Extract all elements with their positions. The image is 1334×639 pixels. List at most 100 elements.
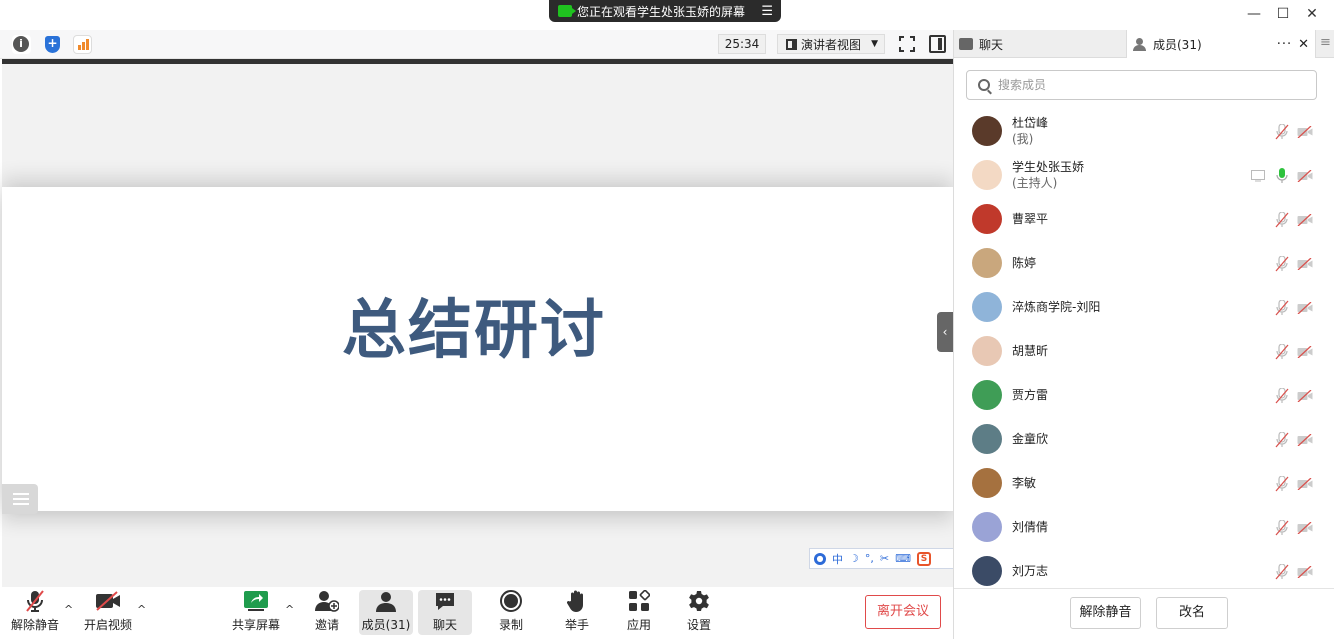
outline-list-icon[interactable] xyxy=(2,484,38,514)
invite-button[interactable]: 邀请 xyxy=(307,587,347,639)
ime-item-cn[interactable]: 中 xyxy=(832,551,843,567)
layout-grid-icon xyxy=(786,38,797,50)
ime-user-icon[interactable]: ● xyxy=(814,552,826,565)
member-name: 胡慧昕 xyxy=(1012,344,1049,358)
ime-toolbar[interactable]: ● 中 ☽ °, ✂ ⌨ S xyxy=(809,548,954,569)
close-window-button[interactable]: ✕ xyxy=(1302,4,1322,24)
chevron-up-icon[interactable]: ^ xyxy=(64,603,73,616)
mic-muted-icon[interactable] xyxy=(1275,476,1289,492)
unmute-all-button[interactable]: 解除静音 xyxy=(1070,597,1141,629)
member-search[interactable] xyxy=(966,70,1317,100)
tab-members-label: 成员(31) xyxy=(1153,37,1202,52)
raise-hand-button[interactable]: 举手 xyxy=(558,587,596,639)
speaker-view-dropdown[interactable]: 演讲者视图 ▼ xyxy=(777,34,885,54)
member-name: 学生处张玉娇 xyxy=(1012,160,1085,174)
collapse-panel-icon[interactable]: ‹ xyxy=(937,312,953,352)
member-row[interactable]: 李敏 xyxy=(954,461,1334,505)
camera-off-icon[interactable] xyxy=(1297,434,1313,446)
start-video-button[interactable]: 开启视频 xyxy=(83,587,133,639)
close-icon[interactable]: ✕ xyxy=(1298,37,1309,52)
member-name: 刘万志 xyxy=(1012,564,1049,578)
signal-icon[interactable] xyxy=(73,35,92,54)
camera-off-icon[interactable] xyxy=(1297,258,1313,270)
info-icon[interactable]: i xyxy=(12,35,31,54)
member-row[interactable]: 学生处张玉娇 (主持人) xyxy=(954,153,1334,197)
member-role: (我) xyxy=(1012,132,1034,146)
share-screen-button[interactable]: 共享屏幕 xyxy=(231,587,281,639)
camera-off-icon[interactable] xyxy=(1297,170,1313,182)
camera-off-icon[interactable] xyxy=(1297,522,1313,534)
record-button[interactable]: 录制 xyxy=(492,587,530,639)
member-row[interactable]: 曹翠平 xyxy=(954,197,1334,241)
member-name: 陈婷 xyxy=(1012,256,1037,270)
sidebar-toggle-icon[interactable] xyxy=(929,35,946,53)
avatar xyxy=(972,204,1002,234)
member-row[interactable]: 胡慧昕 xyxy=(954,329,1334,373)
members-button[interactable]: 成员(31) xyxy=(359,590,413,635)
member-name: 贾方雷 xyxy=(1012,388,1049,402)
camera-off-icon[interactable] xyxy=(1297,126,1313,138)
mic-muted-icon[interactable] xyxy=(1275,300,1289,316)
mic-muted-icon[interactable] xyxy=(1275,212,1289,228)
mic-on-icon[interactable] xyxy=(1275,168,1289,184)
member-name: 曹翠平 xyxy=(1012,212,1049,226)
member-row[interactable]: 金童欣 xyxy=(954,417,1334,461)
member-info: 淬炼商学院-刘阳 xyxy=(1012,299,1100,315)
slide-title: 总结研讨 xyxy=(342,294,606,368)
mic-muted-icon[interactable] xyxy=(1275,388,1289,404)
ime-item-moon[interactable]: ☽ xyxy=(849,552,859,565)
mic-muted-icon[interactable] xyxy=(1275,520,1289,536)
avatar xyxy=(972,468,1002,498)
member-row[interactable]: 淬炼商学院-刘阳 xyxy=(954,285,1334,329)
ime-item-scissors[interactable]: ✂ xyxy=(880,552,889,565)
mic-muted-icon[interactable] xyxy=(1275,432,1289,448)
camera-off-icon[interactable] xyxy=(1297,566,1313,578)
panel-menu-icon[interactable]: ≡ xyxy=(1316,30,1334,58)
sougou-logo-icon[interactable]: S xyxy=(916,551,931,566)
maximize-button[interactable]: ☐ xyxy=(1273,4,1293,24)
settings-label: 设置 xyxy=(686,618,711,632)
user-icon xyxy=(373,590,399,613)
chevron-up-icon[interactable]: ^ xyxy=(285,603,294,616)
member-row[interactable]: 刘万志 xyxy=(954,549,1334,593)
camera-off-icon[interactable] xyxy=(1297,390,1313,402)
mic-muted-icon[interactable] xyxy=(1275,124,1289,140)
mic-muted-icon xyxy=(22,589,48,613)
camera-off-icon[interactable] xyxy=(1297,346,1313,358)
tab-members[interactable]: 成员(31) ··· ✕ xyxy=(1126,30,1316,58)
chat-button[interactable]: 聊天 xyxy=(418,590,472,635)
shield-icon[interactable]: + xyxy=(43,35,62,54)
camera-off-icon[interactable] xyxy=(1297,478,1313,490)
screen-share-banner[interactable]: 您正在观看学生处张玉娇的屏幕 ☰ xyxy=(549,0,781,22)
mic-muted-icon[interactable] xyxy=(1275,344,1289,360)
member-row[interactable]: 刘倩倩 xyxy=(954,505,1334,549)
chat-label: 聊天 xyxy=(432,618,457,632)
rename-button[interactable]: 改名 xyxy=(1156,597,1228,629)
settings-button[interactable]: 设置 xyxy=(680,587,718,639)
side-panel: 聊天 成员(31) ··· ✕ ≡ 杜岱峰 (我) 学生处张玉娇 (主持人) 曹翠平陈婷… xyxy=(953,30,1334,639)
ime-item-keyboard[interactable]: ⌨ xyxy=(895,552,911,565)
chevron-up-icon[interactable]: ^ xyxy=(137,603,146,616)
mic-muted-icon[interactable] xyxy=(1275,256,1289,272)
more-options-icon[interactable]: ··· xyxy=(1277,37,1292,52)
member-row[interactable]: 陈婷 xyxy=(954,241,1334,285)
menu-lines-icon[interactable]: ☰ xyxy=(761,4,773,19)
tab-chat[interactable]: 聊天 xyxy=(954,30,1126,58)
start-video-label: 开启视频 xyxy=(83,618,132,632)
camera-off-icon[interactable] xyxy=(1297,302,1313,314)
panel-tabs: 聊天 成员(31) ··· ✕ ≡ xyxy=(954,30,1334,58)
leave-meeting-button[interactable]: 离开会议 xyxy=(865,595,941,629)
minimize-button[interactable]: — xyxy=(1244,4,1264,24)
member-row[interactable]: 贾方雷 xyxy=(954,373,1334,417)
apps-label: 应用 xyxy=(626,618,651,632)
member-info: 刘万志 xyxy=(1012,563,1048,579)
camera-off-icon[interactable] xyxy=(1297,214,1313,226)
mic-muted-icon[interactable] xyxy=(1275,564,1289,580)
fullscreen-icon[interactable] xyxy=(899,36,915,52)
avatar xyxy=(972,556,1002,586)
search-input[interactable] xyxy=(998,78,1298,92)
apps-button[interactable]: 应用 xyxy=(620,587,658,639)
ime-item-punct[interactable]: °, xyxy=(865,552,874,565)
unmute-button[interactable]: 解除静音 xyxy=(10,587,60,639)
member-row[interactable]: 杜岱峰 (我) xyxy=(954,109,1334,153)
